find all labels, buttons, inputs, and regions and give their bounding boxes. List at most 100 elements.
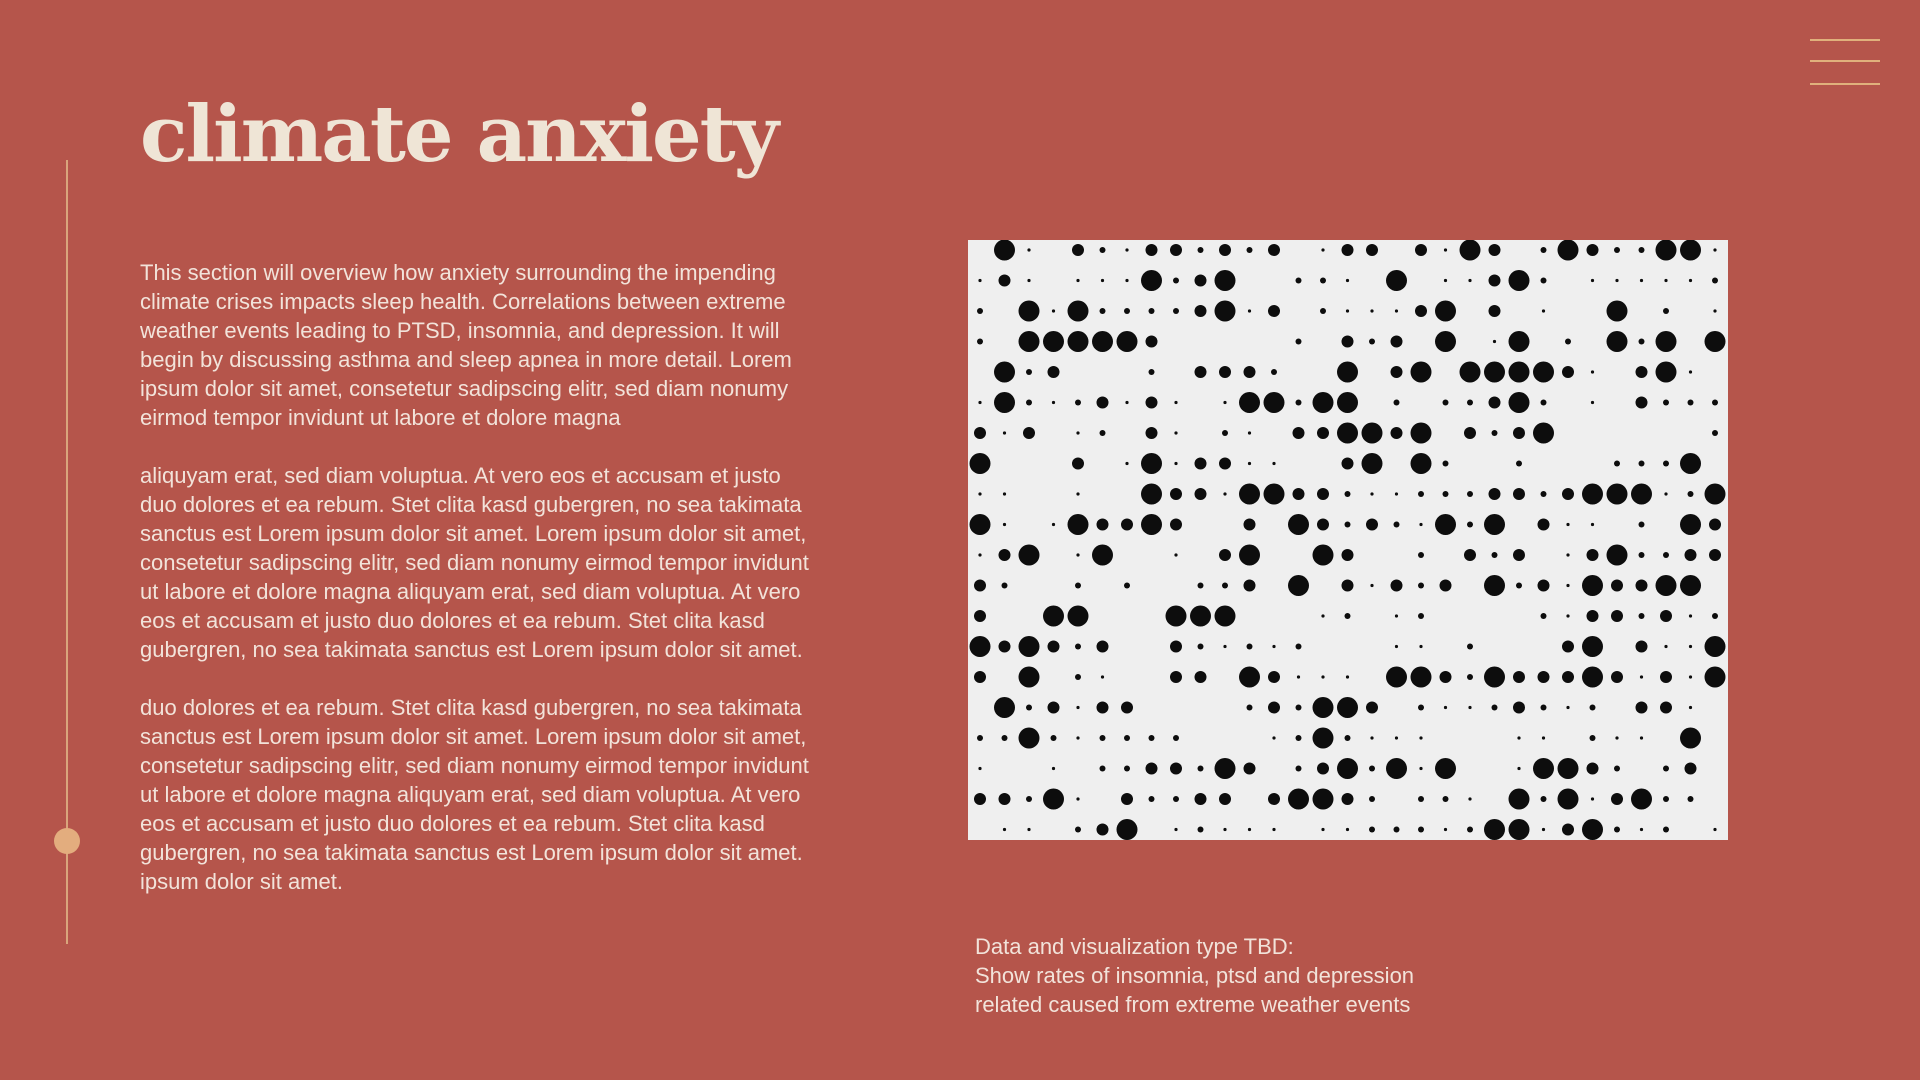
halftone-dot (1615, 278, 1619, 283)
halftone-dot (1390, 366, 1403, 378)
halftone-dot (1484, 575, 1505, 596)
halftone-dot (1516, 460, 1522, 467)
halftone-dot (1582, 483, 1603, 505)
halftone-dot (1219, 457, 1231, 470)
halftone-dot (1557, 240, 1579, 261)
halftone-dot (1141, 514, 1162, 535)
halftone-dot (1292, 488, 1305, 500)
halftone-dot (1002, 522, 1007, 527)
halftone-dot (1709, 518, 1721, 531)
menu-icon[interactable] (1810, 36, 1882, 88)
halftone-dot (1366, 244, 1378, 256)
halftone-dot (1075, 643, 1081, 650)
halftone-dot (1562, 671, 1574, 683)
halftone-dot (1125, 461, 1129, 466)
halftone-dot (1100, 278, 1105, 283)
halftone-dot (1272, 827, 1276, 832)
halftone-dot (1467, 826, 1473, 833)
halftone-dot (1614, 460, 1620, 467)
halftone-dot (1174, 400, 1178, 405)
halftone-dot (1639, 675, 1644, 679)
halftone-dot (1635, 579, 1648, 592)
halftone-dot (1145, 244, 1158, 256)
halftone-dot (1557, 788, 1579, 810)
halftone-dot (1317, 518, 1329, 531)
halftone-dot (1361, 422, 1383, 444)
halftone-dot (1419, 522, 1423, 527)
halftone-dot (1337, 758, 1358, 779)
halftone-dot (1586, 244, 1599, 256)
halftone-dot (1663, 399, 1669, 406)
halftone-dot (1263, 392, 1285, 413)
halftone-dot (1366, 518, 1378, 531)
halftone-dot (1076, 278, 1080, 283)
halftone-dot (1540, 704, 1547, 711)
halftone-dot (1513, 701, 1525, 714)
halftone-dot (1370, 492, 1374, 496)
halftone-dot (1026, 704, 1032, 711)
halftone-dot (1709, 549, 1721, 561)
halftone-dot (994, 361, 1015, 383)
halftone-dot (1072, 244, 1084, 256)
halftone-dot (1394, 736, 1399, 740)
halftone-dot (1344, 735, 1351, 741)
halftone-dot (1173, 308, 1179, 314)
halftone-dot (1541, 309, 1546, 313)
halftone-dot (1197, 582, 1204, 589)
halftone-dot (1582, 666, 1603, 688)
halftone-dot (1582, 575, 1603, 596)
halftone-dot (978, 400, 982, 405)
halftone-dot (1174, 827, 1178, 832)
halftone-dot (1246, 704, 1253, 711)
halftone-dot (1067, 331, 1089, 352)
halftone-dot (1419, 644, 1423, 649)
figure-caption: Data and visualization type TBD: Show ra… (975, 932, 1495, 1019)
timeline-track (66, 160, 68, 944)
halftone-dot (1484, 514, 1505, 535)
halftone-dot (1704, 636, 1726, 657)
halftone-dot (1418, 826, 1424, 833)
halftone-dot (1688, 370, 1693, 374)
halftone-dot (1194, 366, 1207, 378)
halftone-dot (1321, 614, 1325, 618)
halftone-dot (1100, 675, 1105, 679)
halftone-dot (1517, 766, 1521, 771)
halftone-dot (1540, 796, 1547, 802)
halftone-dot (1488, 244, 1501, 256)
halftone-dot (1638, 338, 1645, 345)
halftone-dot (1043, 605, 1064, 627)
halftone-dot (1051, 522, 1056, 527)
halftone-dot (1410, 422, 1432, 444)
halftone-dot (1268, 244, 1280, 256)
halftone-dot (1606, 483, 1628, 505)
halftone-dot (1590, 522, 1595, 527)
halftone-dot (1219, 793, 1231, 805)
halftone-dot (1320, 277, 1326, 284)
halftone-dot (1565, 338, 1571, 345)
halftone-dot (998, 640, 1011, 653)
timeline-handle[interactable] (54, 828, 80, 854)
halftone-dot (1018, 727, 1040, 749)
halftone-dot (1292, 427, 1305, 439)
halftone-dot (1076, 705, 1080, 710)
halftone-dot (1222, 582, 1228, 589)
halftone-dot (1288, 575, 1309, 596)
halftone-dot (1243, 366, 1256, 378)
halftone-dot (1663, 765, 1669, 772)
halftone-dot (1390, 579, 1403, 592)
halftone-dot (1491, 552, 1498, 558)
halftone-dot (1239, 666, 1260, 688)
halftone-dot (1606, 544, 1628, 566)
halftone-dot (1344, 521, 1351, 528)
halftone-dot (1341, 579, 1354, 592)
halftone-dot (1246, 643, 1253, 650)
halftone-dot (1370, 736, 1374, 740)
halftone-dot (1076, 797, 1080, 801)
halftone-dot (1194, 793, 1207, 805)
halftone-dot (1125, 278, 1129, 283)
halftone-dot (1092, 331, 1113, 352)
halftone-dot (1370, 583, 1374, 588)
halftone-dot (1459, 361, 1481, 383)
halftone-dot (1116, 331, 1138, 352)
halftone-dot (1513, 488, 1525, 500)
